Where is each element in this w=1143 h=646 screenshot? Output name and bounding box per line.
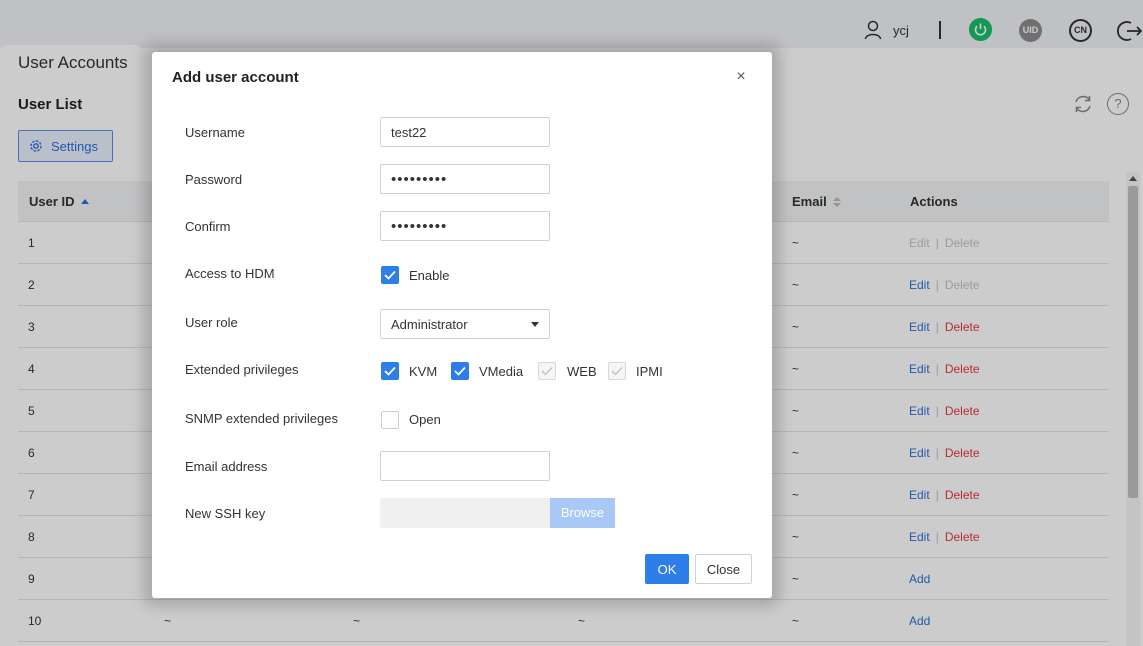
user-role-label: User role: [185, 315, 238, 330]
user-role-value: Administrator: [391, 316, 468, 332]
add-user-dialog: Add user account × Username Password Con…: [152, 52, 772, 598]
ok-button[interactable]: OK: [645, 554, 689, 584]
web-label: WEB: [567, 364, 597, 379]
ipmi-checkbox: [608, 362, 626, 380]
ipmi-label: IPMI: [636, 364, 663, 379]
username-input[interactable]: [380, 117, 550, 147]
check-icon: [454, 366, 466, 376]
vmedia-label[interactable]: VMedia: [479, 364, 523, 379]
snmp-open-checkbox[interactable]: [381, 411, 399, 429]
user-role-select[interactable]: Administrator: [380, 309, 550, 339]
dialog-title: Add user account: [172, 69, 299, 86]
confirm-label: Confirm: [185, 219, 231, 234]
ssh-key-file-field[interactable]: [380, 498, 550, 528]
check-icon: [384, 270, 396, 280]
close-button[interactable]: Close: [695, 554, 752, 584]
password-label: Password: [185, 172, 243, 187]
close-icon[interactable]: ×: [732, 68, 750, 86]
vmedia-checkbox[interactable]: [451, 362, 469, 380]
ssh-key-label: New SSH key: [185, 506, 266, 521]
caret-down-icon: [531, 321, 539, 327]
hdm-access-label: Access to HDM: [185, 266, 275, 281]
check-icon: [611, 366, 623, 376]
kvm-label[interactable]: KVM: [409, 364, 437, 379]
snmp-open-label[interactable]: Open: [409, 412, 441, 427]
email-label: Email address: [185, 459, 268, 474]
kvm-checkbox[interactable]: [381, 362, 399, 380]
snmp-privileges-label: SNMP extended privileges: [185, 411, 338, 426]
username-label: Username: [185, 125, 245, 140]
email-input[interactable]: [380, 451, 550, 481]
hdm-enable-label[interactable]: Enable: [409, 268, 449, 283]
hdm-enable-checkbox[interactable]: [381, 266, 399, 284]
confirm-password-input[interactable]: [380, 211, 550, 241]
check-icon: [384, 366, 396, 376]
web-checkbox: [538, 362, 556, 380]
extended-privileges-label: Extended privileges: [185, 362, 299, 377]
browse-button[interactable]: Browse: [550, 498, 615, 528]
password-input[interactable]: [380, 164, 550, 194]
check-icon: [541, 366, 553, 376]
